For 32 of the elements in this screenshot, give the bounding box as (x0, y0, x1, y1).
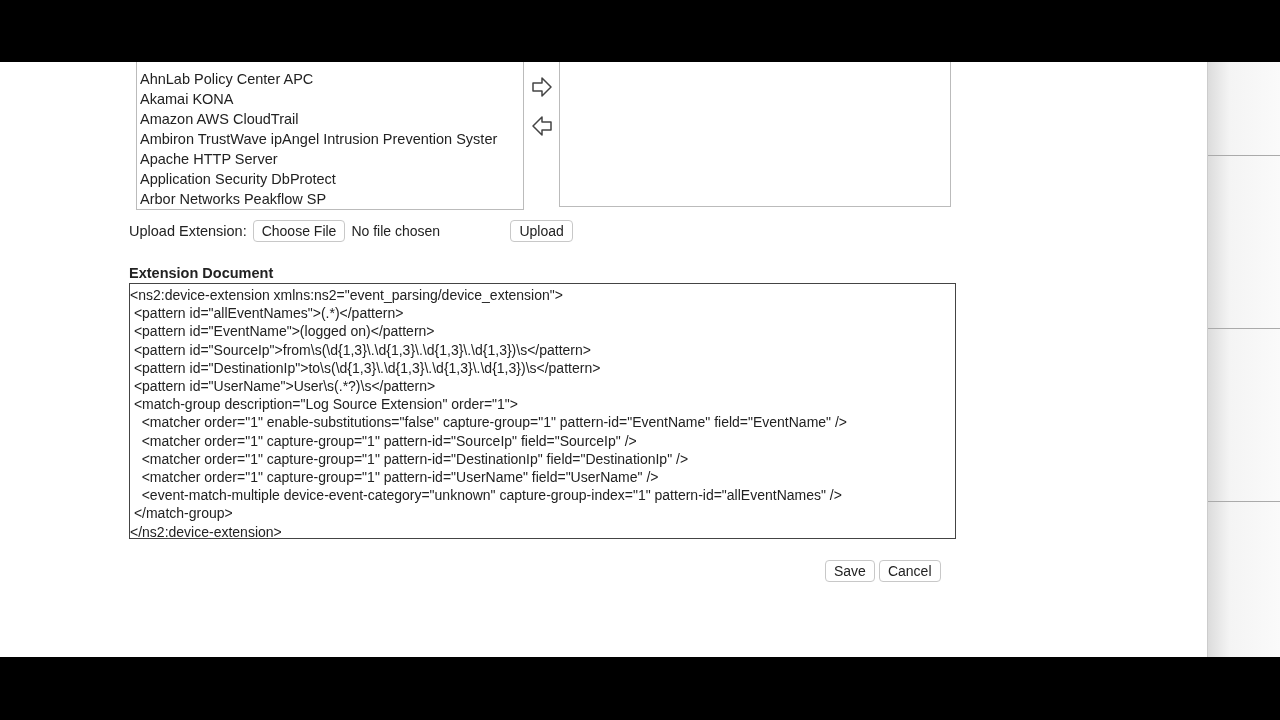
code-line: <match-group description="Log Source Extension" order="1"> (132, 395, 518, 414)
upload-button[interactable]: Upload (510, 220, 573, 242)
cancel-button[interactable]: Cancel (878, 560, 941, 582)
list-option[interactable]: Arbor Networks Peakflow SP (137, 189, 523, 209)
code-line: <pattern id="EventName">(logged on)</pattern> (132, 322, 435, 341)
list-option[interactable]: Akamai KONA (137, 89, 523, 109)
code-line: <pattern id="SourceIp">from\s(\d{1,3}\.\d{1,3}\.\d{1,3}\.\d{1,3})\s</pattern> (132, 340, 591, 359)
section-heading: Extension Document (129, 265, 275, 281)
code-line: <matcher order="1" capture-group="1" pattern-id="DestinationIp" field="DestinationIp" /> (140, 449, 689, 469)
choose-file-button[interactable]: Choose File (252, 220, 346, 242)
list-option[interactable]: Ambiron TrustWave ipAngel Intrusion Prevention Syster (137, 129, 523, 149)
code-line: <pattern id="UserName">User\s(.*?)\s</pattern> (132, 377, 436, 396)
code-line: <event-match-multiple device-event-category="unknown" capture-group-index="1" pattern-id="allEventNames" /> (140, 486, 842, 505)
list-option[interactable]: Amazon AWS CloudTrail (137, 109, 523, 129)
source-list[interactable]: AhnLab Policy Center APC Akamai KONA Amazon AWS CloudTrail Ambiron TrustWave ipAngel Intrusion Prevention Syster Apache HTTP Server Application Security DbProtect Arbor Networks Peakflow SP (136, 62, 524, 210)
code-line: <matcher order="1" capture-group="1" pattern-id="SourceIp" field="SourceIp" /> (140, 431, 637, 450)
upload-label: Upload Extension: (129, 223, 247, 239)
list-option[interactable]: AhnLab Policy Center APC (137, 69, 523, 89)
code-line: <ns2:device-extension xmlns:ns2="event_parsing/device_extension"> (130, 286, 563, 305)
xml-editor-field[interactable] (129, 283, 956, 539)
left-arrow-icon[interactable] (530, 116, 553, 136)
code-line: <matcher order="1" capture-group="1" pattern-id="UserName" field="UserName" /> (140, 468, 659, 487)
list-option[interactable]: Apache HTTP Server (137, 149, 523, 169)
code-line: <matcher order="1" enable-substitutions="false" capture-group="1" pattern-id="EventName" field="EventName" /> (140, 413, 848, 432)
right-arrow-icon[interactable] (530, 77, 553, 97)
list-option[interactable]: Application Security DbProtect (137, 169, 523, 189)
code-line: <pattern id="DestinationIp">to\s(\d{1,3}\.\d{1,3}\.\d{1,3}\.\d{1,3})\s</pattern> (132, 358, 601, 377)
code-line: <pattern id="allEventNames">(.*)</pattern> (132, 304, 404, 323)
code-line: </match-group> (132, 504, 233, 523)
code-line: </ns2:device-extension> (130, 522, 282, 541)
file-status: No file chosen (351, 223, 442, 239)
save-button[interactable]: Save (825, 560, 875, 582)
